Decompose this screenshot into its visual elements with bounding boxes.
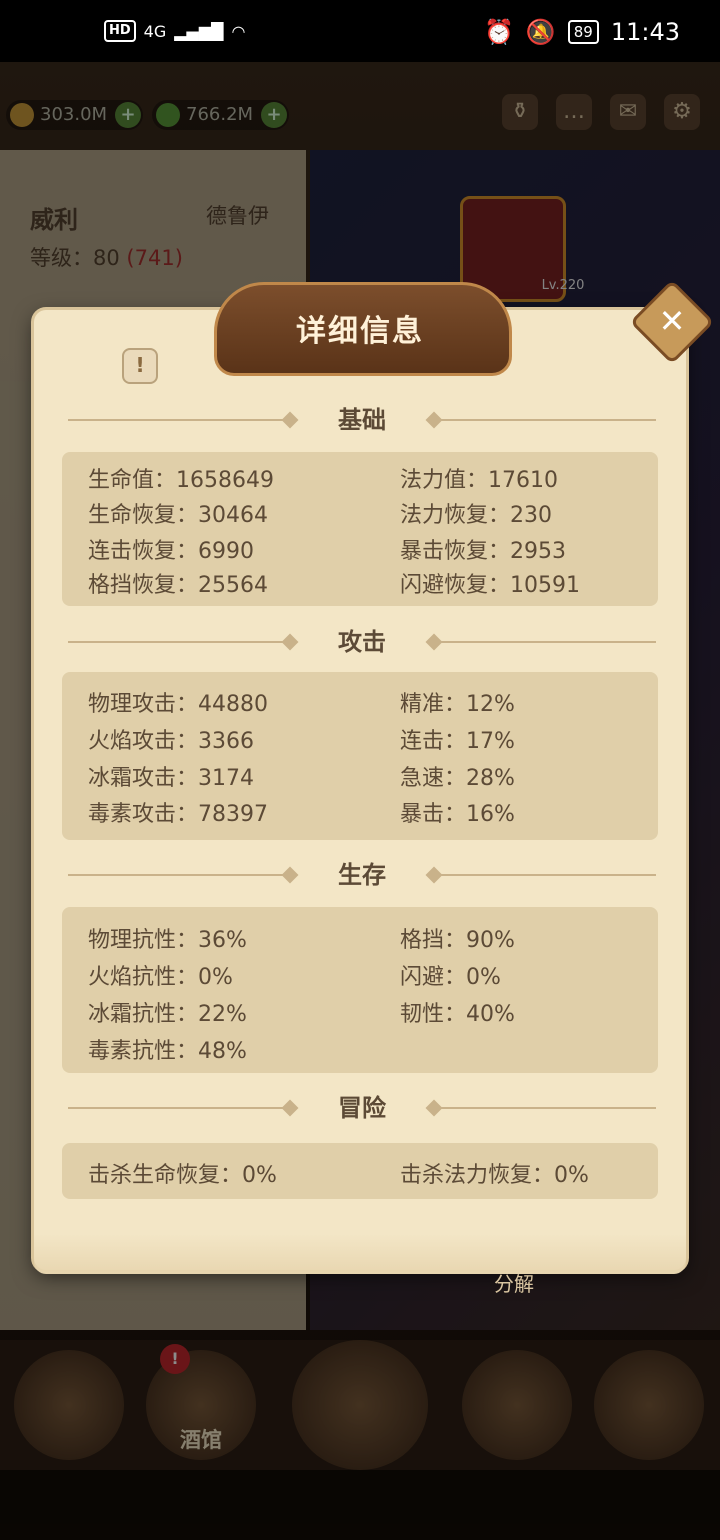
stat-poison-res: 毒素抗性：48% (88, 1039, 247, 1064)
section-title: 冒险 (338, 1094, 386, 1122)
close-icon[interactable]: ✕ (642, 292, 702, 352)
stat-kill-mp-regen: 击杀法力恢复：0% (400, 1163, 589, 1188)
stat-fire-res: 火焰抗性：0% (88, 965, 233, 990)
stat-frost-attack: 冰霜攻击：3174 (88, 766, 254, 791)
stat-physical-attack: 物理攻击：44880 (88, 692, 268, 717)
stat-hp-regen: 生命恢复：30464 (88, 503, 268, 528)
stat-block-regen: 格挡恢复：25564 (88, 573, 268, 598)
alarm-icon: ⏰ (483, 18, 514, 46)
section-attack-header: 攻击 (68, 627, 656, 657)
section-title: 生存 (338, 861, 386, 889)
stat-mp-regen: 法力恢复：230 (400, 503, 552, 528)
section-basic-header: 基础 (68, 405, 656, 435)
wifi-icon: ◠ (231, 21, 246, 41)
decompose-button[interactable]: 分解 (494, 1268, 534, 1297)
stat-haste: 急速：28% (400, 766, 515, 791)
section-title: 基础 (338, 406, 386, 434)
battery-indicator: 89 (567, 20, 599, 44)
stat-fire-attack: 火焰攻击：3366 (88, 729, 254, 754)
stat-accuracy: 精准：12% (400, 692, 515, 717)
section-survival-header: 生存 (68, 860, 656, 890)
signal-icon: ▂▄▆█ (174, 21, 224, 41)
stat-mp: 法力值：17610 (400, 468, 558, 493)
stat-physical-res: 物理抗性：36% (88, 928, 247, 953)
mute-icon: 🔕 (525, 18, 556, 46)
status-left: HD 4G ▂▄▆█ ◠ (104, 20, 245, 42)
clock: 11:43 (610, 18, 680, 46)
stat-kill-hp-regen: 击杀生命恢复：0% (88, 1163, 277, 1188)
status-bar: HD 4G ▂▄▆█ ◠ ⏰ 🔕 89 11:43 (0, 0, 720, 62)
stat-crit: 暴击：16% (400, 802, 515, 827)
network-label: 4G (143, 21, 167, 41)
modal-title: 详细信息 (296, 314, 424, 349)
stat-hp: 生命值：1658649 (88, 468, 274, 493)
stat-combo-regen: 连击恢复：6990 (88, 539, 254, 564)
stat-crit-regen: 暴击恢复：2953 (400, 539, 566, 564)
stat-frost-res: 冰霜抗性：22% (88, 1002, 247, 1027)
stat-combo: 连击：17% (400, 729, 515, 754)
stat-dodge-regen: 闪避恢复：10591 (400, 573, 580, 598)
status-right: ⏰ 🔕 89 11:43 (484, 18, 680, 46)
stat-poison-attack: 毒素攻击：78397 (88, 802, 268, 827)
hd-badge: HD (104, 20, 136, 42)
stat-block: 格挡：90% (400, 928, 515, 953)
section-title: 攻击 (338, 628, 386, 656)
stat-dodge: 闪避：0% (400, 965, 501, 990)
info-icon[interactable]: ! (122, 348, 158, 384)
stat-tenacity: 韧性：40% (400, 1002, 515, 1027)
section-adventure-header: 冒险 (68, 1093, 656, 1123)
